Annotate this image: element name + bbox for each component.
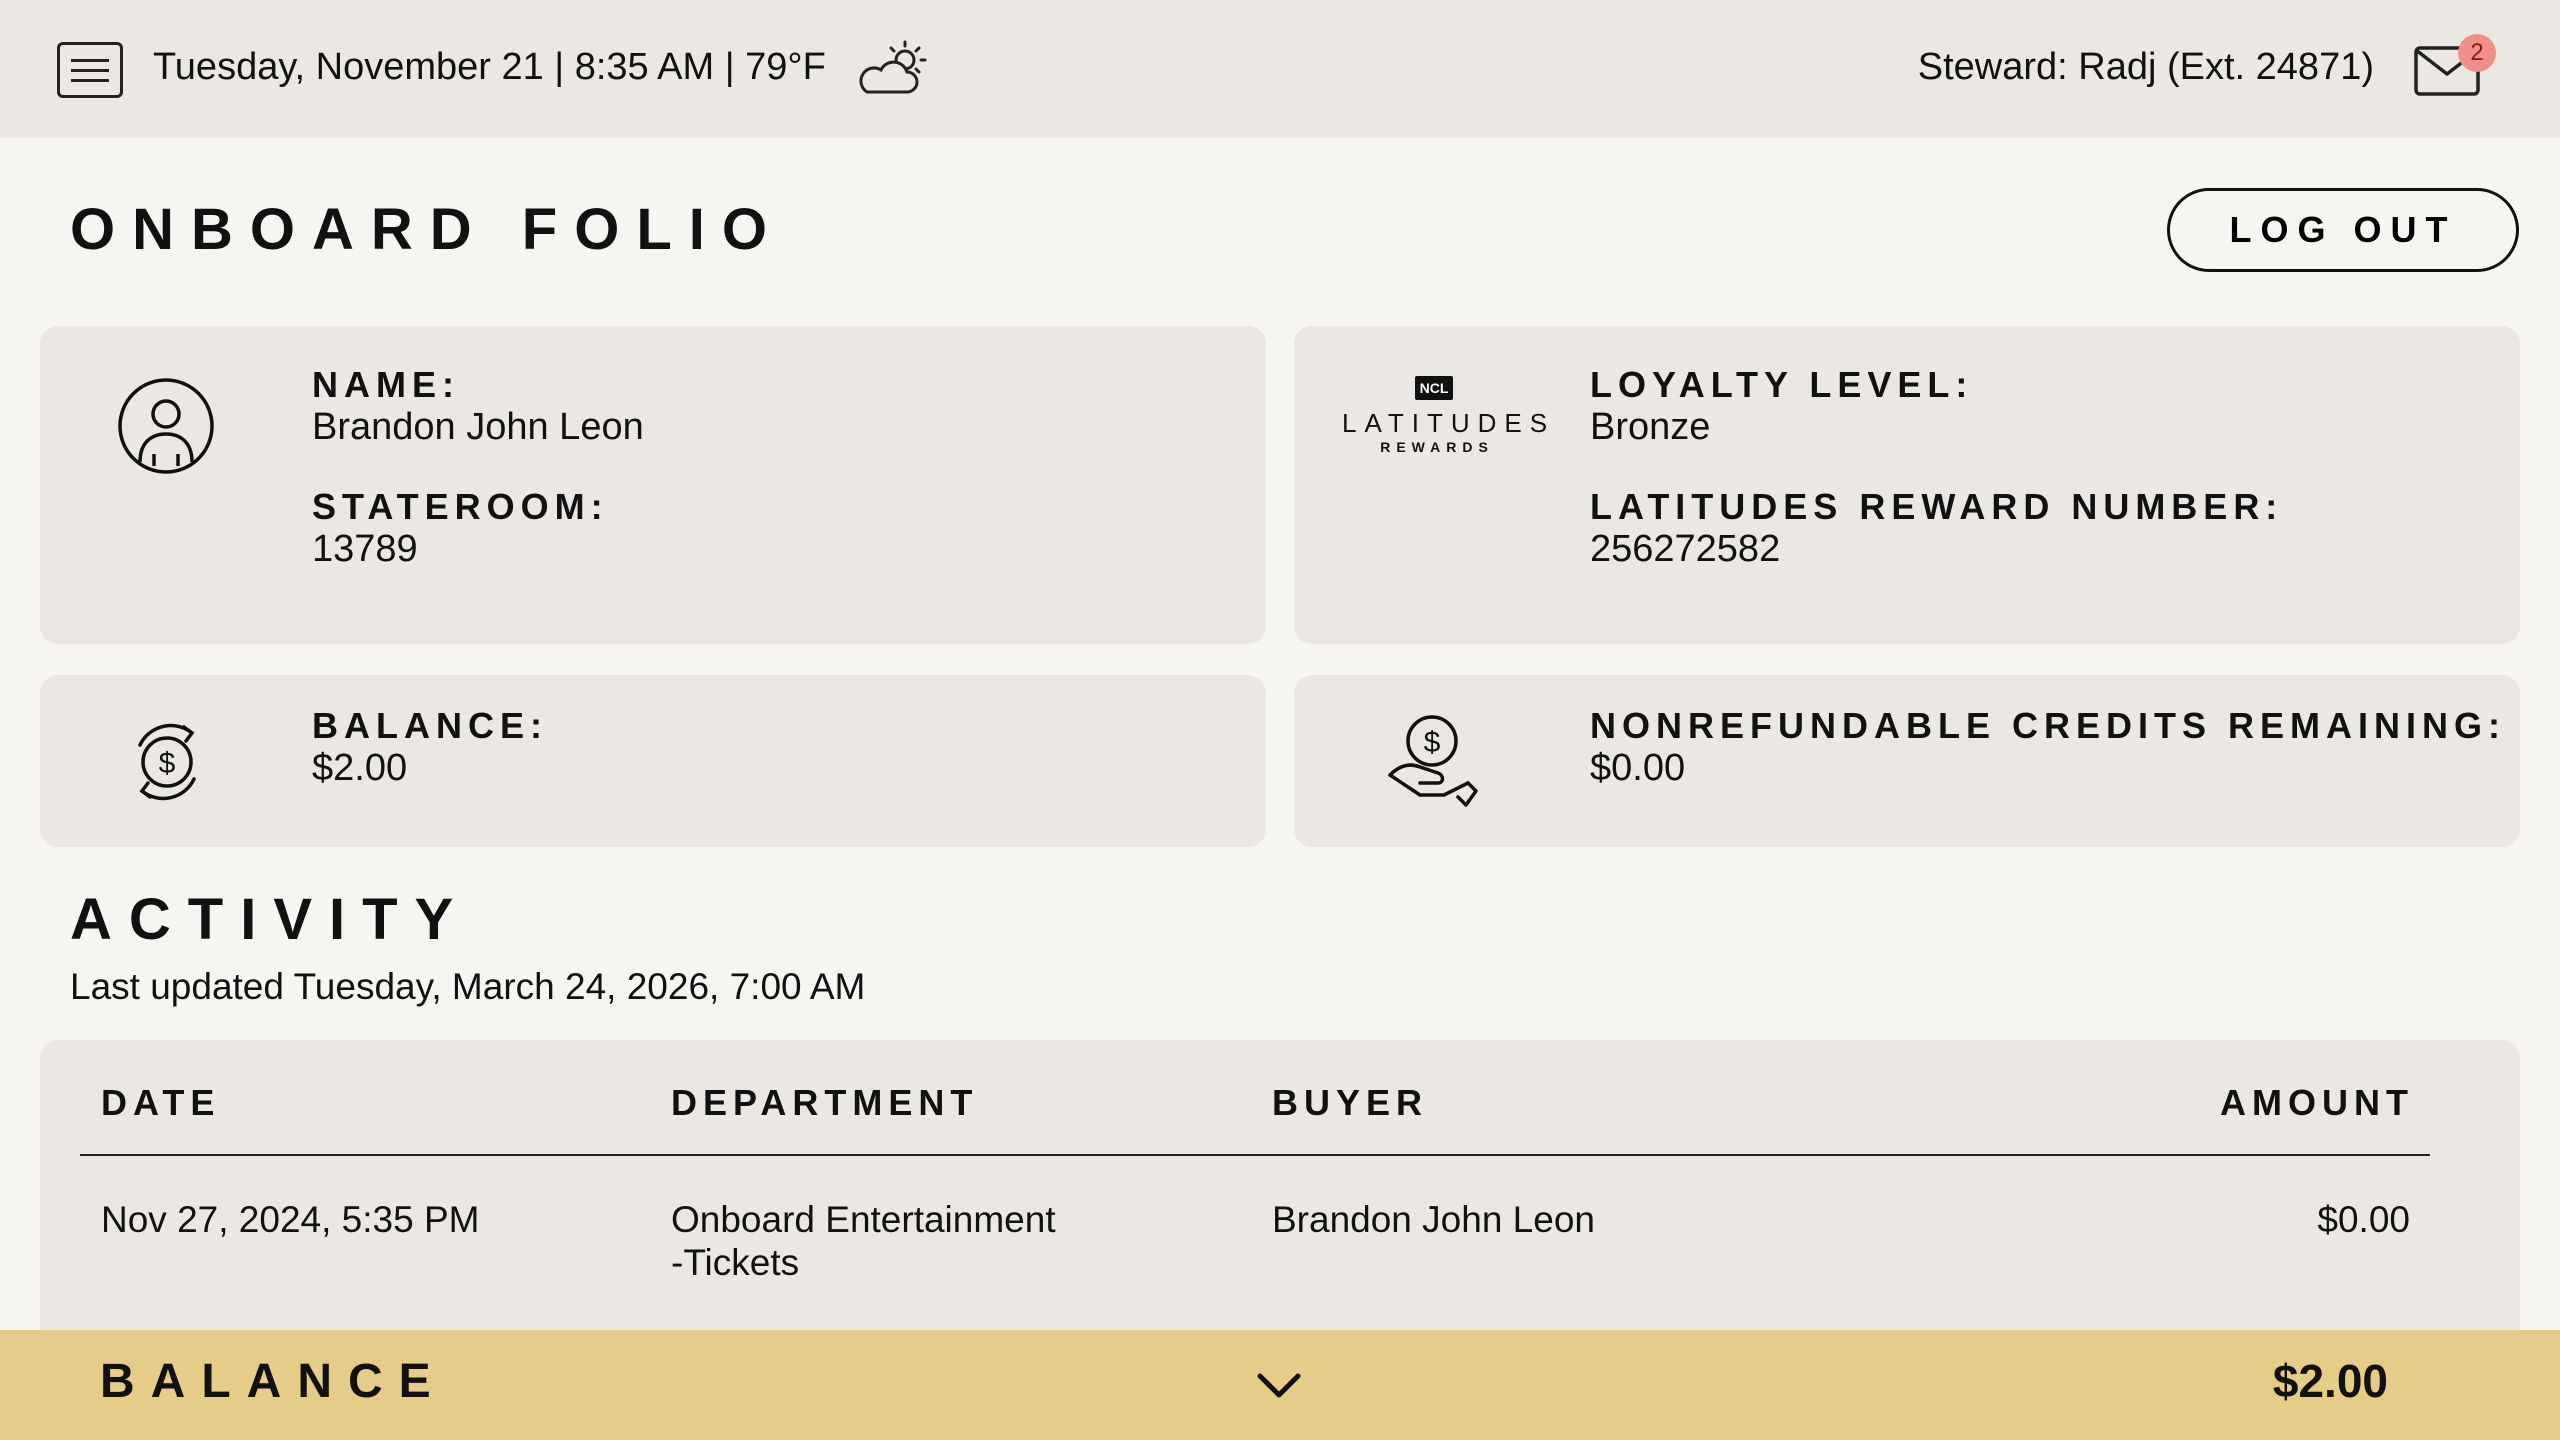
guest-name: Brandon John Leon <box>312 406 644 448</box>
mail-count-badge: 2 <box>2458 34 2496 72</box>
row-department-line2: -Tickets <box>671 1242 800 1283</box>
reward-number: 256272582 <box>1590 528 1781 570</box>
balance-card: $ BALANCE: $2.00 <box>40 675 1266 847</box>
name-label: NAME: <box>312 364 460 405</box>
credits-card: $ NONREFUNDABLE CREDITS REMAINING: $0.00 <box>1294 675 2520 847</box>
table-header-divider <box>80 1154 2430 1156</box>
balance-label: BALANCE: <box>312 705 548 746</box>
page-title: ONBOARD FOLIO <box>70 197 784 262</box>
column-header-amount: AMOUNT <box>2220 1082 2414 1123</box>
activity-title: ACTIVITY <box>70 887 471 952</box>
guest-info-card: NAME: Brandon John Leon STATEROOM: 13789 <box>40 326 1266 644</box>
dollar-cycle-icon: $ <box>138 723 196 801</box>
row-department: Onboard Entertainment -Tickets <box>671 1198 1056 1284</box>
top-bar: Tuesday, November 21 | 8:35 AM | 79°F St… <box>0 0 2560 138</box>
user-avatar-icon <box>118 378 214 474</box>
row-department-line1: Onboard Entertainment <box>671 1199 1056 1240</box>
latitudes-rewards-logo: NCL LATITUDES REWARDS <box>1334 376 1556 466</box>
reward-number-label: LATITUDES REWARD NUMBER: <box>1590 486 2284 527</box>
svg-text:$: $ <box>159 747 176 780</box>
chevron-down-icon[interactable] <box>1254 1366 1304 1406</box>
balance-bar-value: $2.00 <box>2272 1355 2388 1407</box>
menu-icon[interactable] <box>57 42 123 98</box>
weather-partly-cloudy-icon <box>859 40 927 94</box>
logout-button[interactable]: LOG OUT <box>2167 188 2519 272</box>
balance-value: $2.00 <box>312 747 408 789</box>
column-header-buyer: BUYER <box>1272 1082 1429 1123</box>
column-header-department: DEPARTMENT <box>671 1082 979 1123</box>
hand-coin-icon: $ <box>1388 715 1478 807</box>
latitudes-logo-text: LATITUDES <box>1342 408 1556 438</box>
loyalty-card: NCL LATITUDES REWARDS LOYALTY LEVEL: Bro… <box>1294 326 2520 644</box>
stateroom-number: 13789 <box>312 528 418 570</box>
credits-label: NONREFUNDABLE CREDITS REMAINING: <box>1590 705 2506 746</box>
activity-last-updated: Last updated Tuesday, March 24, 2026, 7:… <box>70 966 866 1007</box>
loyalty-level: Bronze <box>1590 406 1711 448</box>
credits-value: $0.00 <box>1590 747 1686 789</box>
datetime-weather-text: Tuesday, November 21 | 8:35 AM | 79°F <box>153 46 826 88</box>
svg-text:$: $ <box>1424 726 1441 759</box>
column-header-date: DATE <box>101 1082 221 1123</box>
stateroom-label: STATEROOM: <box>312 486 609 527</box>
row-amount: $0.00 <box>2317 1199 2410 1240</box>
balance-summary-bar[interactable]: BALANCE $2.00 <box>0 1330 2560 1440</box>
balance-bar-label: BALANCE <box>100 1355 447 1408</box>
steward-info: Steward: Radj (Ext. 24871) <box>1917 46 2374 88</box>
row-date: Nov 27, 2024, 5:35 PM <box>101 1199 480 1240</box>
ncl-logo-text: NCL <box>1414 376 1454 400</box>
loyalty-level-label: LOYALTY LEVEL: <box>1590 364 1974 405</box>
row-buyer: Brandon John Leon <box>1272 1199 1595 1240</box>
rewards-logo-text: REWARDS <box>1380 439 1494 455</box>
